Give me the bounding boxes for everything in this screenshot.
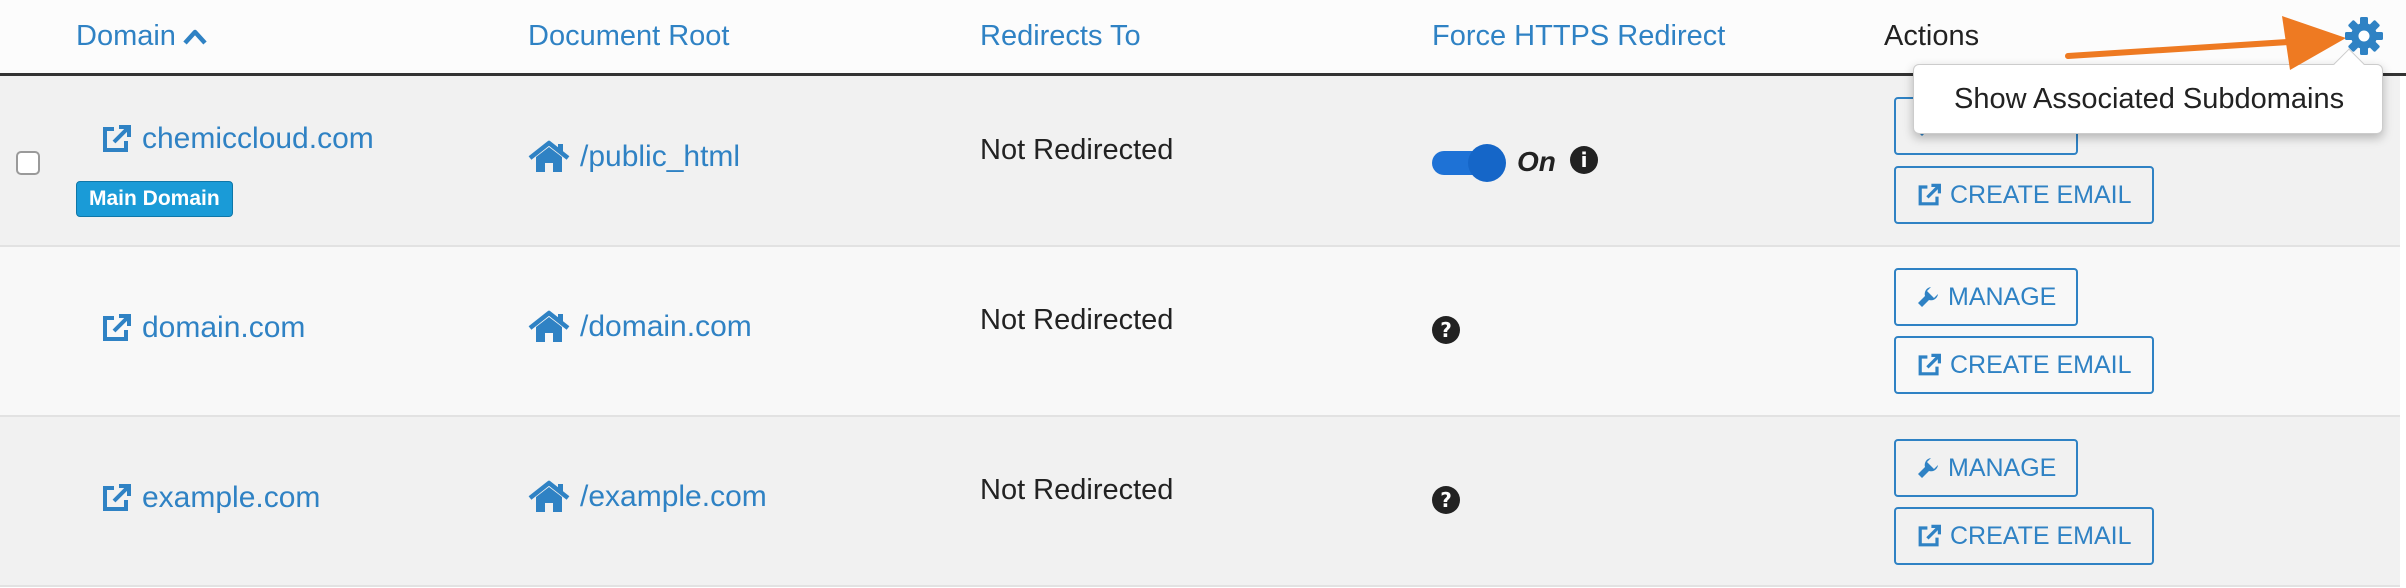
domain-link[interactable]: domain.com [100,311,305,345]
force-https-state: On [1517,146,1556,177]
column-header-force-https[interactable]: Force HTTPS Redirect [1432,20,1725,53]
question-icon[interactable]: ? [1432,316,1460,344]
create-email-button[interactable]: CREATE EMAIL [1894,507,2154,565]
manage-button-label: MANAGE [1948,282,2057,311]
annotation-arrow [2065,16,2346,70]
domain-name: domain.com [142,311,306,344]
column-header-domain[interactable]: Domain [76,20,208,53]
create-email-button[interactable]: CREATE EMAIL [1894,166,2154,224]
create-email-button[interactable]: CREATE EMAIL [1894,336,2154,394]
manage-button[interactable]: MANAGE [1894,439,2079,497]
external-link-icon [103,125,131,152]
domain-name: chemiccloud.com [142,122,374,155]
column-header-redirects-to[interactable]: Redirects To [980,20,1141,53]
force-https-toggle[interactable] [1432,144,1506,182]
external-link-icon [103,484,131,511]
column-header-actions: Actions [1884,20,1980,52]
domain-name: example.com [142,481,321,514]
column-header-document-root[interactable]: Document Root [528,20,730,53]
show-associated-subdomains-option[interactable]: Show Associated Subdomains [1954,83,2344,115]
main-domain-badge: Main Domain [76,181,233,217]
document-root-path: /public_html [580,140,741,173]
info-icon[interactable]: i [1570,146,1598,174]
external-link-icon [1918,183,1941,206]
redirect-status: Not Redirected [980,474,1174,506]
domain-link[interactable]: example.com [100,481,320,515]
home-icon [528,310,570,342]
external-link-icon [103,314,131,341]
column-header-domain-label: Domain [76,20,176,52]
table-row: example.com /example.com Not Redirected … [0,417,2400,587]
document-root-link[interactable]: /domain.com [528,310,752,344]
external-link-icon [1918,353,1941,376]
gear-icon[interactable] [2344,16,2384,56]
table-row: domain.com /domain.com Not Redirected ? … [0,247,2400,417]
document-root-path: /example.com [580,480,767,513]
wrench-icon [1918,458,1938,478]
external-link-icon [1918,524,1941,547]
redirect-status: Not Redirected [980,134,1174,166]
manage-button[interactable]: MANAGE [1894,268,2079,326]
redirect-status: Not Redirected [980,304,1174,336]
domain-link[interactable]: chemiccloud.com [100,122,374,156]
create-email-button-label: CREATE EMAIL [1950,350,2132,379]
document-root-link[interactable]: /example.com [528,480,767,514]
question-icon[interactable]: ? [1432,486,1460,514]
home-icon [528,480,570,512]
document-root-link[interactable]: /public_html [528,140,740,174]
document-root-path: /domain.com [580,310,752,343]
create-email-button-label: CREATE EMAIL [1950,180,2132,209]
row-select-checkbox[interactable] [16,151,40,175]
wrench-icon [1918,287,1938,307]
home-icon [528,140,570,172]
create-email-button-label: CREATE EMAIL [1950,521,2132,550]
manage-button-label: MANAGE [1948,453,2057,482]
sort-up-icon [183,30,207,45]
